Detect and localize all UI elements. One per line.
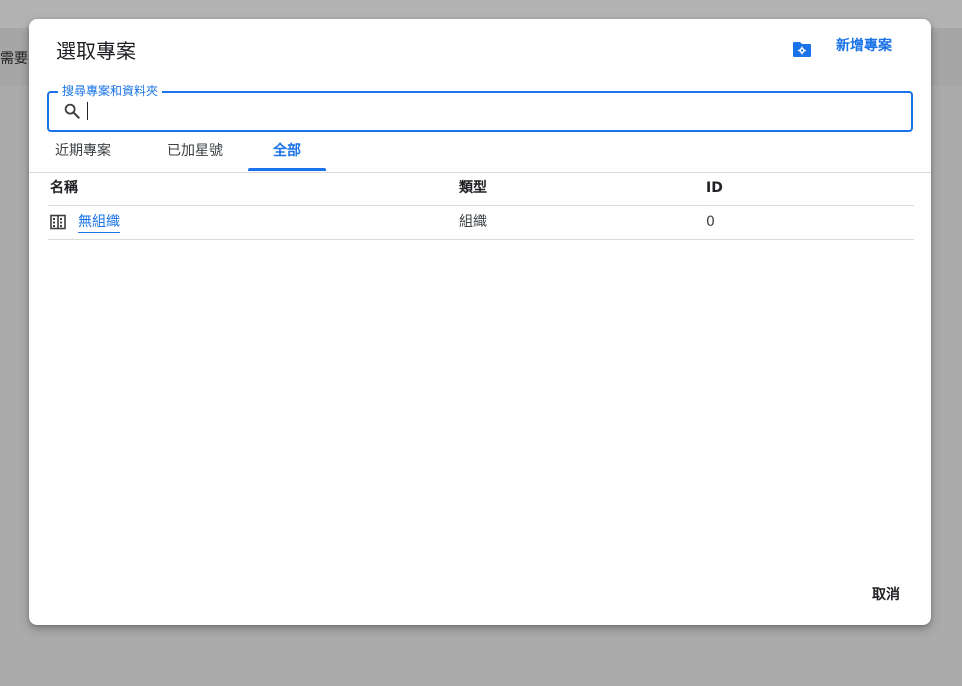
row-type: 組織 [459,214,487,230]
column-header-name[interactable]: 名稱 [50,173,78,205]
new-project-button[interactable]: 新增專案 [826,34,902,62]
row-name-text: 無組織 [78,214,120,233]
active-tab-indicator [248,168,326,171]
tab-all[interactable]: 全部 [248,138,326,170]
row-id: 0 [706,214,715,230]
cancel-button[interactable]: 取消 [866,583,906,607]
table-header-row: 名稱 類型 ID [48,173,914,206]
column-header-type[interactable]: 類型 [459,173,487,205]
search-input[interactable] [85,99,885,123]
column-header-id[interactable]: ID [706,173,723,205]
folder-settings-icon[interactable] [790,37,814,61]
background-text: 需要查 [0,51,28,67]
tab-bar: 近期專案 已加星號 全部 [29,138,931,173]
folder-settings-icon-graphic [793,42,811,57]
tab-recent-projects[interactable]: 近期專案 [39,138,127,170]
resource-table: 名稱 類型 ID 無組織 組織 0 [48,173,914,240]
select-project-dialog: 選取專案 新增專案 搜尋專案和資料夾 近期專案 已加星號 全部 名稱 類型 ID… [29,19,931,625]
search-icon [64,103,80,119]
search-field-label: 搜尋專案和資料夾 [58,84,163,98]
organization-icon [50,214,66,230]
tab-starred[interactable]: 已加星號 [151,138,239,170]
search-field[interactable]: 搜尋專案和資料夾 [47,84,913,132]
row-name-link[interactable]: 無組織 [78,206,120,238]
text-caret [87,102,88,120]
table-row[interactable]: 無組織 組織 0 [48,206,914,240]
dialog-title: 選取專案 [56,39,136,63]
